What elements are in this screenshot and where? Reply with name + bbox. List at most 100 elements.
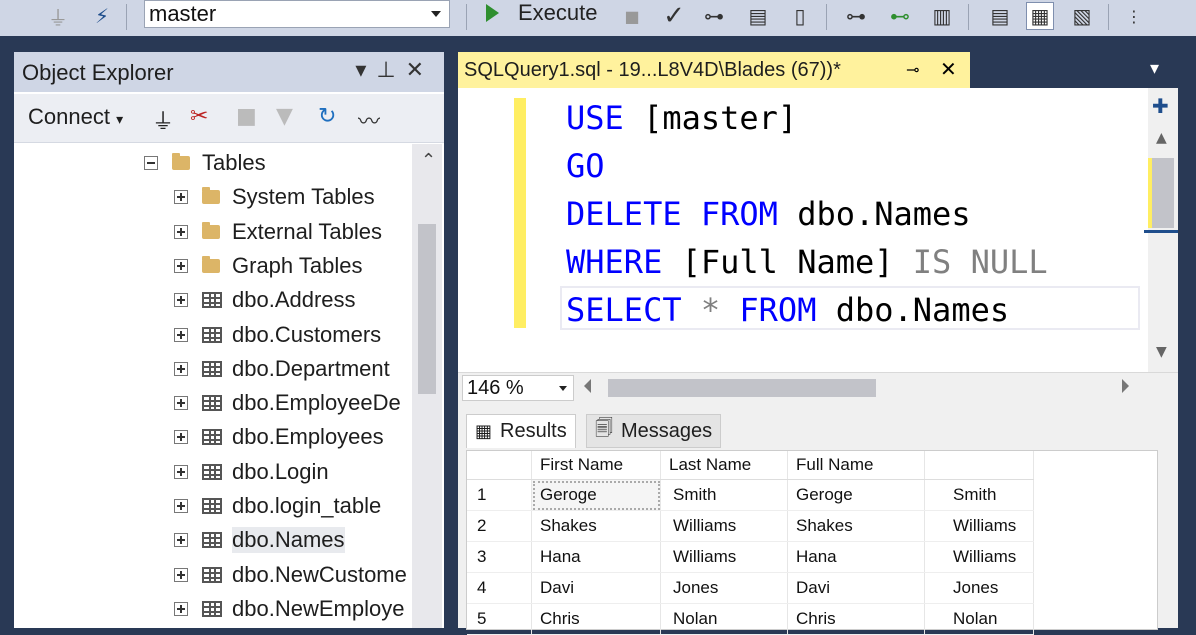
- table-cell[interactable]: Shakes: [787, 510, 925, 542]
- scrollbar-thumb[interactable]: [418, 224, 436, 394]
- table-row[interactable]: 1 Geroge Smith Geroge Smith: [467, 479, 1034, 511]
- table-cell[interactable]: Shakes: [531, 510, 661, 542]
- expand-icon[interactable]: [174, 396, 188, 411]
- table-cell[interactable]: Jones: [660, 572, 788, 604]
- row-number[interactable]: 4: [467, 572, 532, 604]
- scroll-up-icon[interactable]: ▲: [1156, 130, 1167, 146]
- table-cell[interactable]: Chris: [787, 603, 925, 635]
- zoom-select[interactable]: 146 %: [462, 375, 574, 401]
- table-cell[interactable]: Hana: [531, 541, 661, 573]
- panel-dropdown-icon[interactable]: ▾: [355, 58, 376, 83]
- sql-editor[interactable]: USE [master] GO DELETE FROM dbo.Names WHERE…: [458, 88, 1152, 372]
- tree-node[interactable]: dbo.Employees: [174, 422, 384, 452]
- table-row[interactable]: 3 Hana Williams Hana Williams: [467, 541, 1034, 573]
- expand-icon[interactable]: [174, 499, 188, 513]
- tree-node[interactable]: dbo.Customers: [174, 320, 381, 350]
- tree-node[interactable]: Graph Tables: [174, 251, 362, 281]
- table-cell[interactable]: Williams: [924, 541, 1034, 573]
- stop-icon[interactable]: ■: [618, 2, 646, 30]
- connect-plug-icon[interactable]: ⏚: [44, 2, 72, 30]
- tree-node[interactable]: dbo.Names: [174, 525, 345, 555]
- refresh-icon[interactable]: ↻: [318, 104, 336, 129]
- expand-icon[interactable]: [174, 361, 188, 376]
- table-row[interactable]: 2 Shakes Williams Shakes Williams: [467, 510, 1034, 542]
- expand-icon[interactable]: [174, 430, 188, 445]
- query-options-icon[interactable]: ▤: [744, 2, 772, 30]
- column-header[interactable]: [924, 451, 1034, 480]
- row-number[interactable]: 3: [467, 541, 532, 573]
- table-cell[interactable]: Smith: [660, 479, 788, 511]
- table-cell[interactable]: Williams: [660, 510, 788, 542]
- disconnect-icon[interactable]: ✂: [190, 104, 208, 129]
- tab-messages[interactable]: 🗐 Messages: [586, 414, 722, 448]
- table-cell[interactable]: Williams: [924, 510, 1034, 542]
- table-cell[interactable]: Nolan: [660, 603, 788, 635]
- results-grid[interactable]: First Name Last Name Full Name 1 Geroge Smit…: [466, 450, 1158, 635]
- close-tab-icon[interactable]: ✕: [940, 57, 957, 81]
- expand-icon[interactable]: [174, 224, 188, 239]
- tab-results[interactable]: ▦ Results: [466, 414, 576, 448]
- row-number[interactable]: 1: [467, 479, 532, 511]
- table-cell[interactable]: Davi: [787, 572, 925, 604]
- connect-button[interactable]: Connect ▾: [28, 104, 123, 130]
- row-number[interactable]: 5: [467, 603, 532, 635]
- execute-button[interactable]: Execute: [518, 0, 598, 28]
- close-icon[interactable]: ✕: [406, 58, 434, 83]
- table-cell[interactable]: Davi: [531, 572, 661, 604]
- scroll-left-icon[interactable]: [584, 379, 591, 393]
- tree-node[interactable]: dbo.NewEmploye: [174, 594, 404, 624]
- results-to-text-icon[interactable]: ▤: [986, 2, 1014, 30]
- scroll-down-icon[interactable]: ▼: [1156, 344, 1167, 360]
- sql-code[interactable]: USE [master] GO DELETE FROM dbo.Names WHERE…: [566, 94, 1048, 334]
- column-header[interactable]: First Name: [531, 451, 661, 480]
- toolbar-overflow-icon[interactable]: ⋮: [1120, 2, 1148, 30]
- column-header[interactable]: Last Name: [660, 451, 788, 480]
- column-header[interactable]: [467, 451, 532, 480]
- expand-icon[interactable]: [174, 533, 188, 548]
- scroll-up-icon[interactable]: ⌃: [421, 150, 436, 171]
- results-to-grid-icon[interactable]: ▦: [1026, 2, 1054, 30]
- column-header[interactable]: Full Name: [787, 451, 925, 480]
- editor-scrollbar[interactable]: ✚ ▲ ▼: [1144, 88, 1178, 372]
- actual-plan-icon[interactable]: ⊷: [886, 2, 914, 30]
- scroll-right-icon[interactable]: [1122, 379, 1129, 393]
- intellisense-icon[interactable]: ▯: [786, 2, 814, 30]
- tree-node[interactable]: External Tables: [174, 217, 382, 247]
- expand-icon[interactable]: [174, 567, 188, 582]
- filter-icon[interactable]: ▼: [276, 104, 293, 129]
- client-stats-icon[interactable]: ▥: [928, 2, 956, 30]
- scrollbar-thumb[interactable]: [1152, 158, 1174, 228]
- table-cell[interactable]: Smith: [924, 479, 1034, 511]
- pin-icon[interactable]: ⊸: [906, 60, 919, 79]
- estimated-plan-icon[interactable]: ⊶: [842, 2, 870, 30]
- execute-play-icon[interactable]: [486, 4, 499, 22]
- stop-icon[interactable]: ■: [236, 104, 257, 129]
- results-to-file-icon[interactable]: ▧: [1068, 2, 1096, 30]
- query-plan-icon[interactable]: ⊶: [700, 2, 728, 30]
- tree-node[interactable]: dbo.Login: [174, 457, 329, 487]
- tree-node[interactable]: System Tables: [174, 182, 375, 212]
- database-select[interactable]: master: [144, 0, 450, 28]
- expand-icon[interactable]: [174, 601, 188, 616]
- table-row[interactable]: 4 Davi Jones Davi Jones: [467, 572, 1034, 604]
- pin-icon[interactable]: ⊥: [376, 58, 405, 83]
- connect-plug-icon[interactable]: ⏚: [152, 104, 174, 136]
- split-editor-icon[interactable]: ✚: [1152, 94, 1169, 118]
- tab-list-dropdown-icon[interactable]: ▾: [1150, 58, 1159, 79]
- table-cell[interactable]: Geroge: [787, 479, 925, 511]
- tree-node[interactable]: dbo.login_table: [174, 491, 381, 521]
- collapse-icon[interactable]: [144, 156, 158, 170]
- hscroll-thumb[interactable]: [608, 379, 876, 397]
- parse-check-icon[interactable]: ✓: [660, 1, 688, 31]
- table-cell[interactable]: Nolan: [924, 603, 1034, 635]
- expand-icon[interactable]: [174, 293, 188, 308]
- expand-icon[interactable]: [174, 258, 188, 273]
- expand-icon[interactable]: [174, 327, 188, 342]
- tree-node[interactable]: dbo.Department: [174, 354, 390, 384]
- expand-icon[interactable]: [174, 464, 188, 479]
- table-cell[interactable]: Williams: [660, 541, 788, 573]
- table-cell[interactable]: Hana: [787, 541, 925, 573]
- query-tab[interactable]: SQLQuery1.sql - 19...L8V4D\Blades (67))*…: [458, 52, 970, 88]
- tree-node[interactable]: dbo.Address: [174, 285, 356, 315]
- table-cell[interactable]: Jones: [924, 572, 1034, 604]
